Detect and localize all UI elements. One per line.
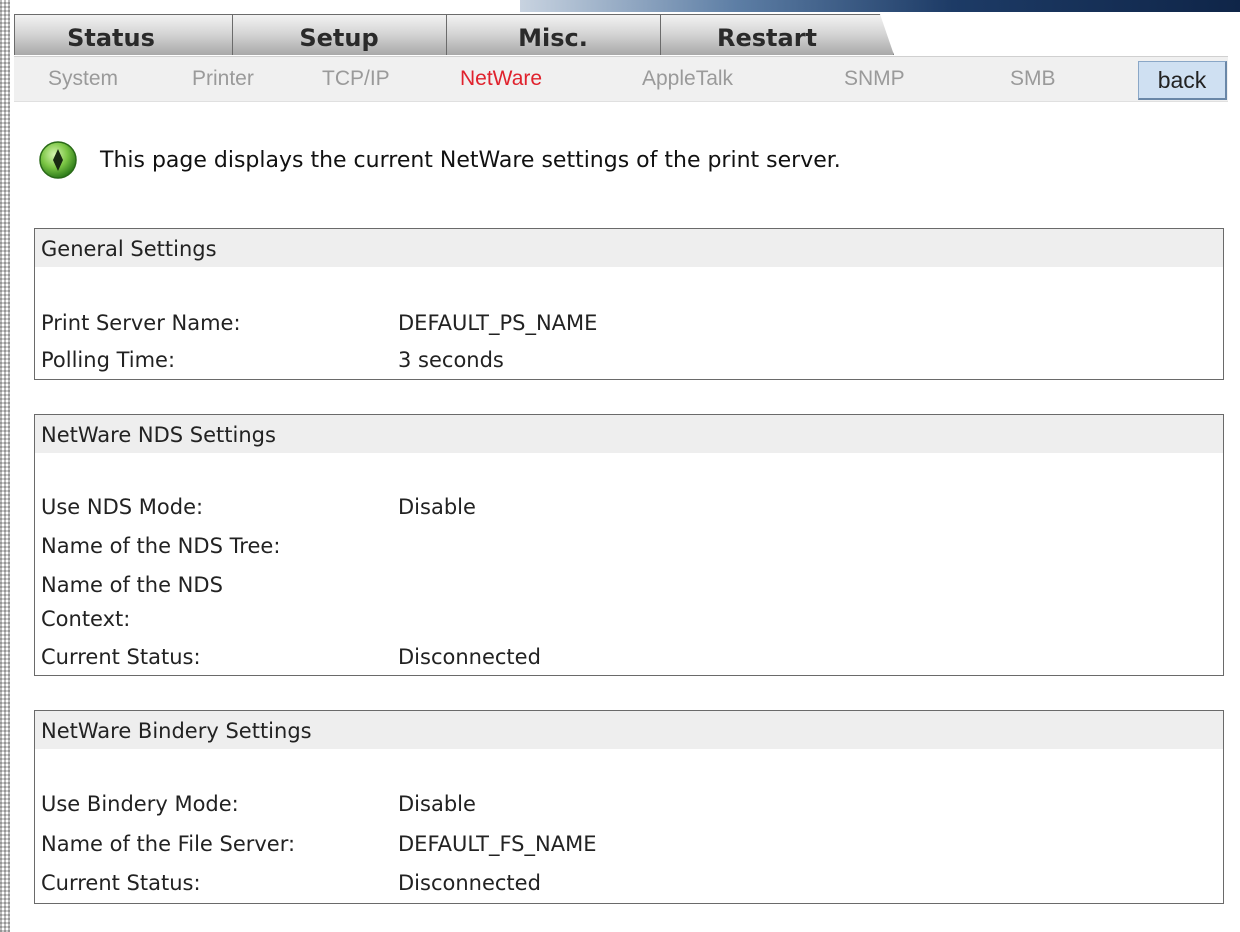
nds-current-status-label: Current Status: bbox=[41, 645, 201, 669]
subnav-item-snmp[interactable]: SNMP bbox=[844, 67, 905, 91]
bindery-settings-title: NetWare Bindery Settings bbox=[35, 711, 1223, 749]
use-nds-mode-value: Disable bbox=[398, 495, 476, 519]
subnav-item-printer[interactable]: Printer bbox=[192, 67, 254, 91]
print-server-name-value: DEFAULT_PS_NAME bbox=[398, 311, 598, 335]
file-server-name-value: DEFAULT_FS_NAME bbox=[398, 832, 597, 856]
info-text: This page displays the current NetWare s… bbox=[100, 147, 841, 173]
nds-current-status-value: Disconnected bbox=[398, 645, 541, 669]
tab-restart-label: Restart bbox=[716, 24, 818, 52]
general-settings-panel: General Settings Print Server Name: DEFA… bbox=[34, 228, 1224, 380]
tab-restart[interactable]: Restart bbox=[660, 14, 894, 55]
polling-time-label: Polling Time: bbox=[41, 348, 176, 372]
sub-navigation: System Printer TCP/IP NetWare AppleTalk … bbox=[14, 56, 1228, 102]
subnav-item-system[interactable]: System bbox=[48, 67, 118, 91]
use-nds-mode-label: Use NDS Mode: bbox=[41, 495, 204, 519]
tab-setup-label: Setup bbox=[299, 24, 379, 52]
frame-border bbox=[0, 0, 10, 932]
bindery-current-status-value: Disconnected bbox=[398, 871, 541, 895]
print-server-name-label: Print Server Name: bbox=[41, 311, 241, 335]
subnav-item-netware[interactable]: NetWare bbox=[460, 67, 542, 91]
tab-misc-label: Misc. bbox=[518, 24, 588, 52]
subnav-item-appletalk[interactable]: AppleTalk bbox=[642, 67, 733, 91]
tab-status[interactable]: Status bbox=[14, 14, 248, 55]
subnav-item-tcpip[interactable]: TCP/IP bbox=[322, 67, 390, 91]
nds-tree-label: Name of the NDS Tree: bbox=[41, 534, 281, 558]
page: Status Setup Misc. Restart System Printe… bbox=[0, 0, 1240, 932]
green-arrow-icon bbox=[38, 140, 78, 180]
polling-time-value: 3 seconds bbox=[398, 348, 504, 372]
tab-status-label: Status bbox=[67, 24, 155, 52]
use-bindery-mode-value: Disable bbox=[398, 792, 476, 816]
file-server-name-label: Name of the File Server: bbox=[41, 832, 296, 856]
header-banner bbox=[520, 0, 1240, 12]
nds-context-label: Name of the NDS Context: bbox=[41, 573, 223, 631]
tab-setup[interactable]: Setup bbox=[232, 14, 466, 55]
info-line: This page displays the current NetWare s… bbox=[38, 138, 841, 182]
bindery-current-status-label: Current Status: bbox=[41, 871, 201, 895]
main-tabs: Status Setup Misc. Restart bbox=[14, 12, 914, 55]
nds-settings-title: NetWare NDS Settings bbox=[35, 415, 1223, 453]
back-button[interactable]: back bbox=[1138, 61, 1227, 100]
general-settings-title: General Settings bbox=[35, 229, 1223, 267]
tab-misc[interactable]: Misc. bbox=[446, 14, 680, 55]
bindery-settings-panel: NetWare Bindery Settings Use Bindery Mod… bbox=[34, 710, 1224, 904]
subnav-item-smb[interactable]: SMB bbox=[1010, 67, 1056, 91]
nds-settings-panel: NetWare NDS Settings Use NDS Mode: Disab… bbox=[34, 414, 1224, 676]
use-bindery-mode-label: Use Bindery Mode: bbox=[41, 792, 239, 816]
